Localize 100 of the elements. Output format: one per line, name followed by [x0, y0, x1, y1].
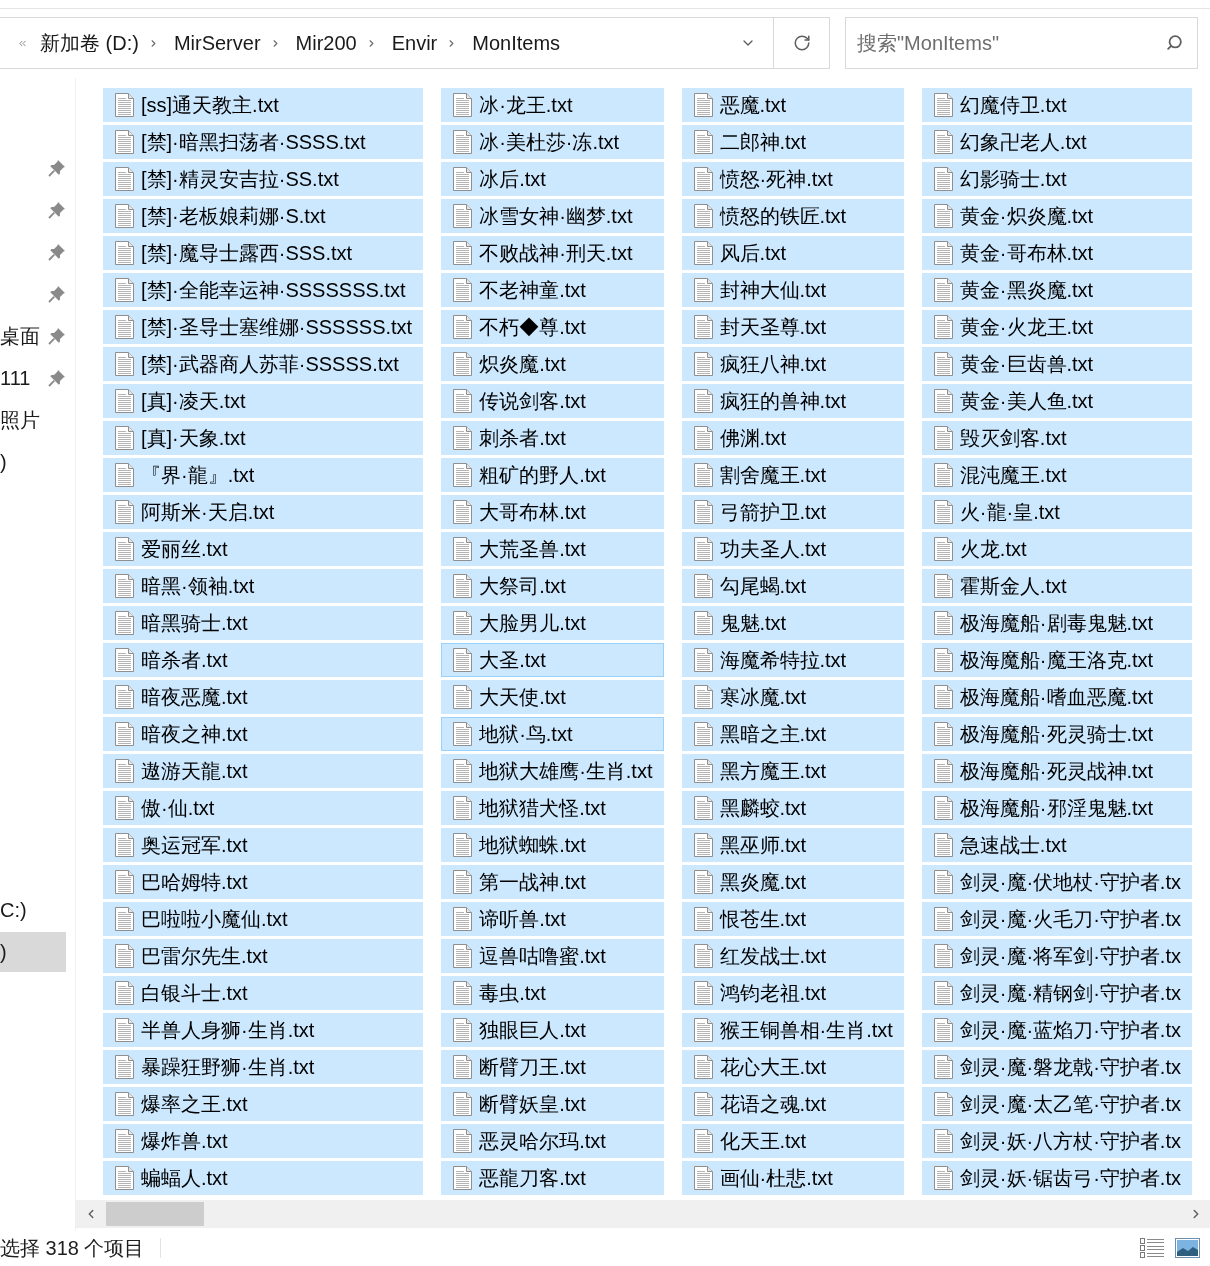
file-item[interactable]: 黄金·巨齿兽.txt — [921, 347, 1192, 381]
file-item[interactable]: 剑灵·魔·火毛刀·守护者.tx — [921, 902, 1192, 936]
file-item[interactable]: 剑灵·魔·太乙笔·守护者.tx — [921, 1087, 1192, 1121]
file-item[interactable]: 大圣.txt — [441, 643, 664, 677]
file-item[interactable]: 第一战神.txt — [441, 865, 664, 899]
file-item[interactable]: 寒冰魔.txt — [681, 680, 904, 714]
file-item[interactable]: [真]·凌天.txt — [103, 384, 424, 418]
file-item[interactable]: 海魔希特拉.txt — [681, 643, 904, 677]
file-item[interactable]: 红发战士.txt — [681, 939, 904, 973]
file-item[interactable]: 冰雪女神·幽梦.txt — [441, 199, 664, 233]
file-item[interactable]: 毒虫.txt — [441, 976, 664, 1010]
address-bar[interactable]: 新加卷 (D:) MirServer Mir200 Envir MonItems — [0, 17, 774, 69]
file-item[interactable]: 急速战士.txt — [921, 828, 1192, 862]
file-item[interactable]: 大脸男儿.txt — [441, 606, 664, 640]
file-item[interactable]: 弓箭护卫.txt — [681, 495, 904, 529]
file-item[interactable]: 二郎神.txt — [681, 125, 904, 159]
file-item[interactable]: 蝙蝠人.txt — [103, 1161, 424, 1195]
file-item[interactable]: 奥运冠军.txt — [103, 828, 424, 862]
details-view-icon[interactable] — [1140, 1237, 1164, 1259]
file-item[interactable]: 极海魔船·死灵骑士.txt — [921, 717, 1192, 751]
file-item[interactable]: 黄金·哥布林.txt — [921, 236, 1192, 270]
pin-icon[interactable] — [48, 369, 66, 387]
file-item[interactable]: [禁]·圣导士塞维娜·SSSSSS.txt — [103, 310, 424, 344]
file-item[interactable]: 黑暗之主.txt — [681, 717, 904, 751]
file-item[interactable]: 大哥布林.txt — [441, 495, 664, 529]
nav-item[interactable]: 111 — [0, 358, 31, 398]
file-item[interactable]: 剑灵·魔·磐龙戟·守护者.tx — [921, 1050, 1192, 1084]
file-item[interactable]: 剑灵·魔·蓝焰刀·守护者.tx — [921, 1013, 1192, 1047]
file-item[interactable]: 黄金·炽炎魔.txt — [921, 199, 1192, 233]
large-icons-view-icon[interactable] — [1175, 1238, 1200, 1258]
file-item[interactable]: 剑灵·妖·八方杖·守护者.tx — [921, 1124, 1192, 1158]
file-item[interactable]: 冰·美杜莎·冻.txt — [441, 125, 664, 159]
file-item[interactable]: 黄金·美人鱼.txt — [921, 384, 1192, 418]
file-item[interactable]: [ss]通天教主.txt — [103, 88, 424, 122]
file-item[interactable]: 鬼魅.txt — [681, 606, 904, 640]
file-item[interactable]: 逗兽咕噜蜜.txt — [441, 939, 664, 973]
file-item[interactable]: 恶龍刀客.txt — [441, 1161, 664, 1195]
breadcrumb-item[interactable]: Mir200 — [295, 33, 357, 53]
file-item[interactable]: 半兽人身狮·生肖.txt — [103, 1013, 424, 1047]
file-item[interactable]: 画仙·杜悲.txt — [681, 1161, 904, 1195]
file-item[interactable]: 地狱蜘蛛.txt — [441, 828, 664, 862]
file-item[interactable]: 黄金·火龙王.txt — [921, 310, 1192, 344]
file-item[interactable]: 化天王.txt — [681, 1124, 904, 1158]
file-item[interactable]: 愤怒·死神.txt — [681, 162, 904, 196]
file-item[interactable]: 花心大王.txt — [681, 1050, 904, 1084]
file-item[interactable]: 断臂刀王.txt — [441, 1050, 664, 1084]
file-item[interactable]: [禁]·老板娘莉娜·S.txt — [103, 199, 424, 233]
file-item[interactable]: 剑灵·魔·伏地杖·守护者.tx — [921, 865, 1192, 899]
file-item[interactable]: 地狱猎犬怪.txt — [441, 791, 664, 825]
nav-item[interactable]: 桌面 — [0, 316, 40, 356]
file-item[interactable]: 幻象卍老人.txt — [921, 125, 1192, 159]
file-item[interactable]: 极海魔船·死灵战神.txt — [921, 754, 1192, 788]
file-item[interactable]: 封天圣尊.txt — [681, 310, 904, 344]
file-item[interactable]: 断臂妖皇.txt — [441, 1087, 664, 1121]
file-item[interactable]: 巴哈姆特.txt — [103, 865, 424, 899]
file-item[interactable]: 爱丽丝.txt — [103, 532, 424, 566]
horizontal-scrollbar[interactable] — [76, 1200, 1210, 1228]
file-item[interactable]: 混沌魔王.txt — [921, 458, 1192, 492]
file-item[interactable]: 大荒圣兽.txt — [441, 532, 664, 566]
file-item[interactable]: 剑灵·妖·锯齿弓·守护者.tx — [921, 1161, 1192, 1195]
file-item[interactable]: [禁]·武器商人苏菲·SSSSS.txt — [103, 347, 424, 381]
file-item[interactable]: 地狱·鸟.txt — [441, 717, 664, 751]
file-item[interactable]: 黑巫师.txt — [681, 828, 904, 862]
file-item[interactable]: 花语之魂.txt — [681, 1087, 904, 1121]
file-item[interactable]: [禁]·全能幸运神·SSSSSSS.txt — [103, 273, 424, 307]
file-item[interactable]: 恶灵哈尔玛.txt — [441, 1124, 664, 1158]
pin-icon[interactable] — [48, 159, 66, 177]
pin-icon[interactable] — [48, 201, 66, 219]
search-field[interactable]: 搜索"MonItems" — [845, 17, 1198, 69]
file-item[interactable]: 恶魔.txt — [681, 88, 904, 122]
file-item[interactable]: 风后.txt — [681, 236, 904, 270]
file-item[interactable]: 极海魔船·剧毒鬼魅.txt — [921, 606, 1192, 640]
file-item[interactable]: 黑炎魔.txt — [681, 865, 904, 899]
file-item[interactable]: 疯狂八神.txt — [681, 347, 904, 381]
file-item[interactable]: [禁]·魔导士露西·SSS.txt — [103, 236, 424, 270]
pin-icon[interactable] — [48, 327, 66, 345]
file-item[interactable]: 暗杀者.txt — [103, 643, 424, 677]
nav-item[interactable]: ) — [0, 442, 7, 482]
file-item[interactable]: 暗夜之神.txt — [103, 717, 424, 751]
file-item[interactable]: 暴躁狂野狮·生肖.txt — [103, 1050, 424, 1084]
file-item[interactable]: 爆炸兽.txt — [103, 1124, 424, 1158]
file-item[interactable]: 大祭司.txt — [441, 569, 664, 603]
file-item[interactable]: 黑麟蛟.txt — [681, 791, 904, 825]
file-item[interactable]: 勾尾蝎.txt — [681, 569, 904, 603]
file-item[interactable]: 极海魔船·魔王洛克.txt — [921, 643, 1192, 677]
file-item[interactable]: 毁灭剑客.txt — [921, 421, 1192, 455]
scrollbar-thumb[interactable] — [106, 1202, 204, 1226]
breadcrumb-item[interactable]: 新加卷 (D:) — [40, 33, 139, 53]
pin-icon[interactable] — [48, 243, 66, 261]
file-item[interactable]: 巴雷尔先生.txt — [103, 939, 424, 973]
file-item[interactable]: 剑灵·魔·将军剑·守护者.tx — [921, 939, 1192, 973]
file-item[interactable]: 鸿钧老祖.txt — [681, 976, 904, 1010]
file-item[interactable]: 暗黑骑士.txt — [103, 606, 424, 640]
file-item[interactable]: 幻魔侍卫.txt — [921, 88, 1192, 122]
file-item[interactable]: 遨游天龍.txt — [103, 754, 424, 788]
file-item[interactable]: 地狱大雄鹰·生肖.txt — [441, 754, 664, 788]
nav-item[interactable]: C:) — [0, 890, 27, 930]
nav-item[interactable]: 照片 — [0, 400, 40, 440]
file-item[interactable]: 大天使.txt — [441, 680, 664, 714]
file-item[interactable]: 刺杀者.txt — [441, 421, 664, 455]
